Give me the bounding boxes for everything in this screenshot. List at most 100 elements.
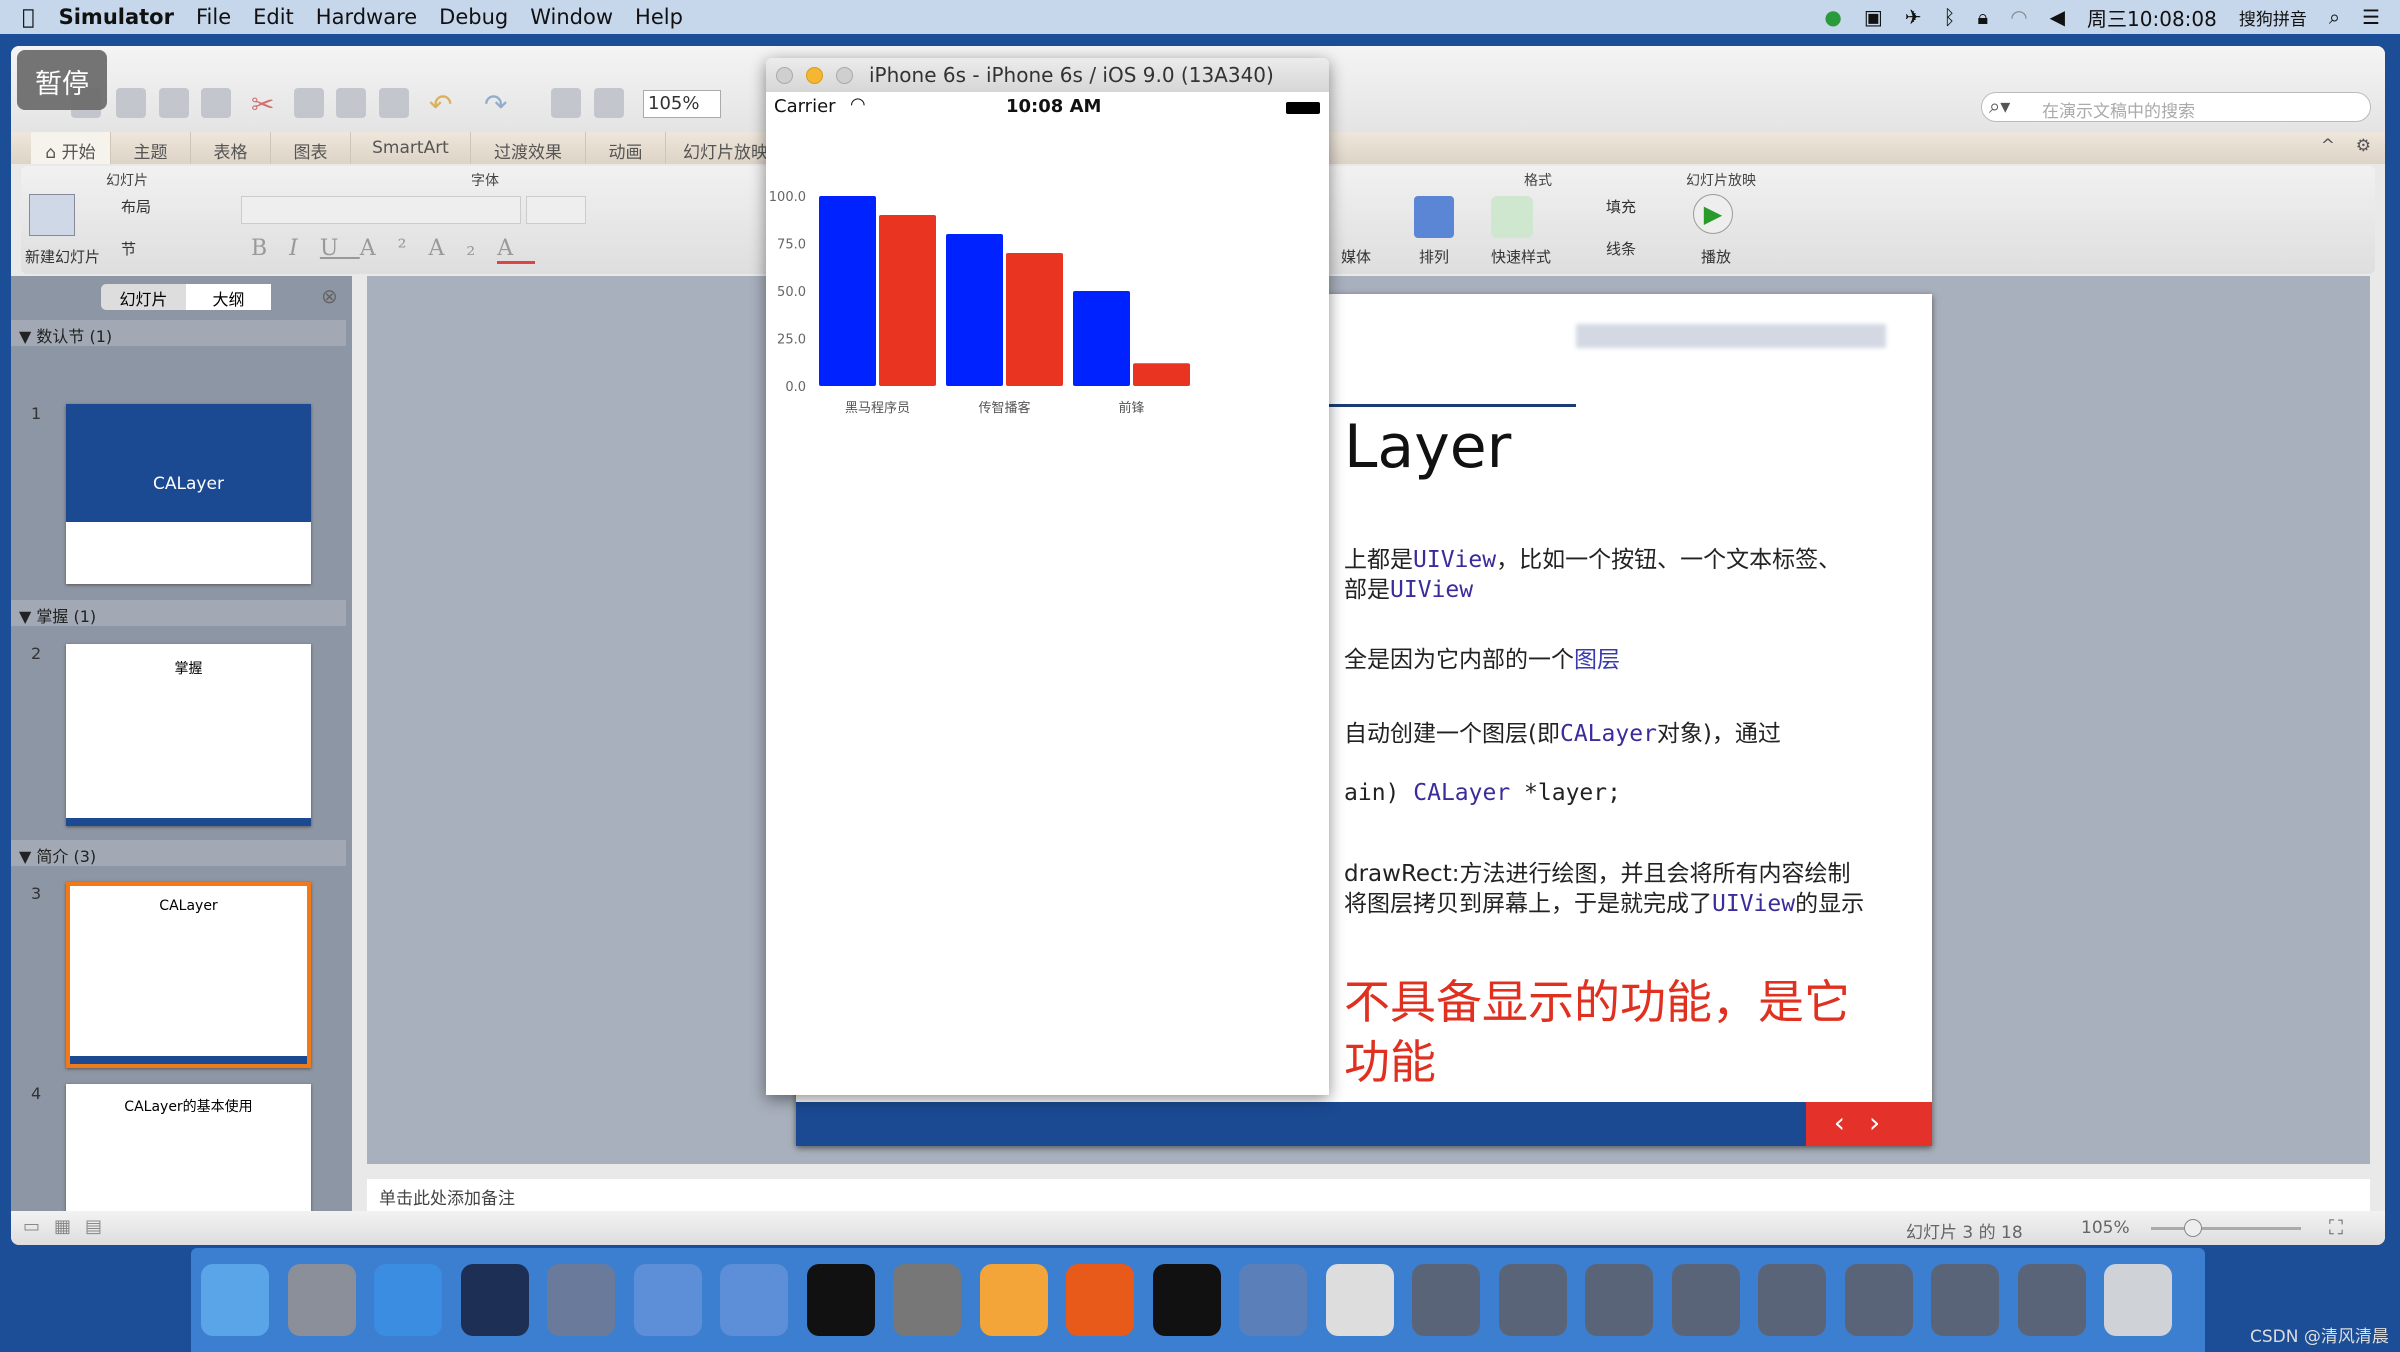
console-icon[interactable] (1152, 1264, 1221, 1336)
gear-icon[interactable]: ⚙ (2356, 136, 2371, 156)
pause-overlay[interactable]: 暂停 (17, 50, 107, 110)
mouse-icon[interactable] (460, 1264, 529, 1336)
menu-file[interactable]: File (196, 5, 231, 29)
fit-window-icon[interactable]: ⛶ (2329, 1215, 2343, 1239)
finder-icon[interactable] (201, 1264, 269, 1336)
layout-button[interactable]: 布局 (121, 196, 151, 217)
media-browser-icon[interactable] (594, 88, 624, 118)
section-header[interactable]: ▼ 掌握 (1) (11, 600, 346, 626)
airplane-icon[interactable]: ✈ (1905, 5, 1922, 29)
wifi-icon[interactable]: ◠ (2010, 5, 2027, 29)
xcode-icon[interactable] (633, 1264, 702, 1336)
window-thumbnail-icon[interactable] (1671, 1264, 1740, 1336)
zoom-button[interactable] (836, 67, 853, 84)
window-thumbnail-icon[interactable] (1844, 1264, 1913, 1336)
tab-slides[interactable]: 幻灯片 (101, 284, 186, 310)
spotlight-icon[interactable]: ⌕ (2329, 5, 2340, 29)
subscript-button[interactable]: A₂ (428, 236, 497, 261)
font-name-select[interactable] (241, 196, 521, 224)
italic-button[interactable]: I (289, 236, 320, 261)
gallery-icon[interactable] (551, 88, 581, 118)
zoom-slider-thumb[interactable] (2184, 1219, 2202, 1237)
undo-icon[interactable]: ↶ (429, 88, 459, 121)
slide-thumbnail-1[interactable]: CALayer (66, 404, 311, 584)
menu-edit[interactable]: Edit (253, 5, 294, 29)
arrange-icon[interactable] (1414, 196, 1454, 238)
tab-themes[interactable]: 主题 (111, 132, 191, 164)
tab-outline[interactable]: 大纲 (186, 284, 271, 310)
trash-icon[interactable] (1498, 1264, 1567, 1336)
play-button[interactable]: 播放 (1701, 246, 1731, 267)
notification-center-icon[interactable]: ☰ (2362, 5, 2380, 29)
zoom-slider[interactable] (2151, 1227, 2301, 1230)
font-size-select[interactable] (526, 196, 586, 224)
tab-tables[interactable]: 表格 (191, 132, 271, 164)
collapse-ribbon-icon[interactable]: ^ (2321, 136, 2335, 156)
presenter-view-icon[interactable]: ▤ (85, 1216, 116, 1237)
tab-animations[interactable]: 动画 (586, 132, 666, 164)
slide-thumbnail-3[interactable]: CALayer (66, 882, 311, 1068)
section-header[interactable]: ▼ 简介 (3) (11, 840, 346, 866)
copy-icon[interactable] (294, 88, 324, 118)
powerpoint-icon[interactable] (1066, 1264, 1134, 1336)
quick-styles-button[interactable]: 快速样式 (1491, 246, 1551, 267)
menu-help[interactable]: Help (635, 5, 683, 29)
next-icon[interactable]: › (1869, 1106, 1904, 1139)
quick-styles-icon[interactable] (1491, 196, 1533, 238)
status-app-icon[interactable]: ● (1824, 5, 1841, 29)
sorter-view-icon[interactable]: ▦ (54, 1216, 85, 1237)
slide-thumbnail-4[interactable]: CALayer的基本使用 (66, 1084, 311, 1224)
window-thumbnail-icon[interactable] (2104, 1264, 2172, 1336)
tab-home[interactable]: ⌂ 开始 (31, 132, 111, 164)
sketch-icon[interactable] (979, 1264, 1048, 1336)
zoom-select[interactable]: 105% (643, 90, 721, 118)
new-slide-icon[interactable] (29, 194, 75, 236)
open-icon[interactable] (116, 88, 146, 118)
close-pane-icon[interactable]: ⊗ (321, 284, 338, 308)
window-thumbnail-icon[interactable] (1931, 1264, 1999, 1336)
tab-transitions[interactable]: 过渡效果 (471, 132, 586, 164)
clock[interactable]: 周三10:08:08 (2087, 3, 2217, 32)
new-slide-button[interactable]: 新建幻灯片 (25, 246, 100, 267)
media-button[interactable]: 媒体 (1341, 246, 1371, 267)
window-thumbnail-icon[interactable] (1758, 1264, 1826, 1336)
menu-app[interactable]: Simulator (59, 5, 174, 29)
line-button[interactable]: 线条 (1606, 238, 1636, 259)
window-thumbnail-icon[interactable] (1585, 1264, 1653, 1336)
volume-icon[interactable]: ◀ (2050, 5, 2065, 29)
play-icon[interactable]: ▶ (1693, 194, 1733, 234)
bold-button[interactable]: B (251, 236, 289, 261)
apple-icon[interactable]:  (22, 5, 35, 29)
close-button[interactable] (776, 67, 793, 84)
menu-window[interactable]: Window (530, 5, 613, 29)
window-thumbnail-icon[interactable] (2017, 1264, 2086, 1336)
bluetooth-icon[interactable]: ᛒ (1944, 5, 1956, 29)
menu-hardware[interactable]: Hardware (316, 5, 417, 29)
minimize-button[interactable] (806, 67, 823, 84)
photo-booth-icon[interactable] (547, 1264, 615, 1336)
launchpad-icon[interactable] (287, 1264, 356, 1336)
instruments-icon[interactable] (720, 1264, 788, 1336)
safari-icon[interactable] (374, 1264, 442, 1336)
menu-debug[interactable]: Debug (439, 5, 508, 29)
cut-icon[interactable]: ✂ (251, 88, 281, 121)
search-input[interactable]: 在演示文稿中的搜索 (1981, 92, 2371, 122)
quicktime-icon[interactable] (1239, 1264, 1307, 1336)
search-icon[interactable]: ⌕▾ (1989, 94, 2010, 118)
ime-indicator[interactable]: 搜狗拼音 (2239, 5, 2307, 30)
fill-button[interactable]: 填充 (1606, 196, 1636, 217)
prev-icon[interactable]: ‹ (1834, 1106, 1869, 1139)
format-painter-icon[interactable] (379, 88, 409, 118)
print-icon[interactable] (201, 88, 231, 118)
notes-input[interactable]: 单击此处添加备注 (367, 1179, 2370, 1211)
terminal-icon[interactable] (806, 1264, 875, 1336)
screens-icon[interactable] (1412, 1264, 1480, 1336)
save-icon[interactable] (159, 88, 189, 118)
slide-thumbnail-2[interactable]: 掌握 (66, 644, 311, 826)
tab-smartart[interactable]: SmartArt (351, 132, 471, 164)
preview-icon[interactable] (1325, 1264, 1394, 1336)
arrange-button[interactable]: 排列 (1419, 246, 1449, 267)
redo-icon[interactable]: ↷ (484, 88, 514, 121)
tab-charts[interactable]: 图表 (271, 132, 351, 164)
section-header[interactable]: ▼ 数认节 (1) (11, 320, 346, 346)
